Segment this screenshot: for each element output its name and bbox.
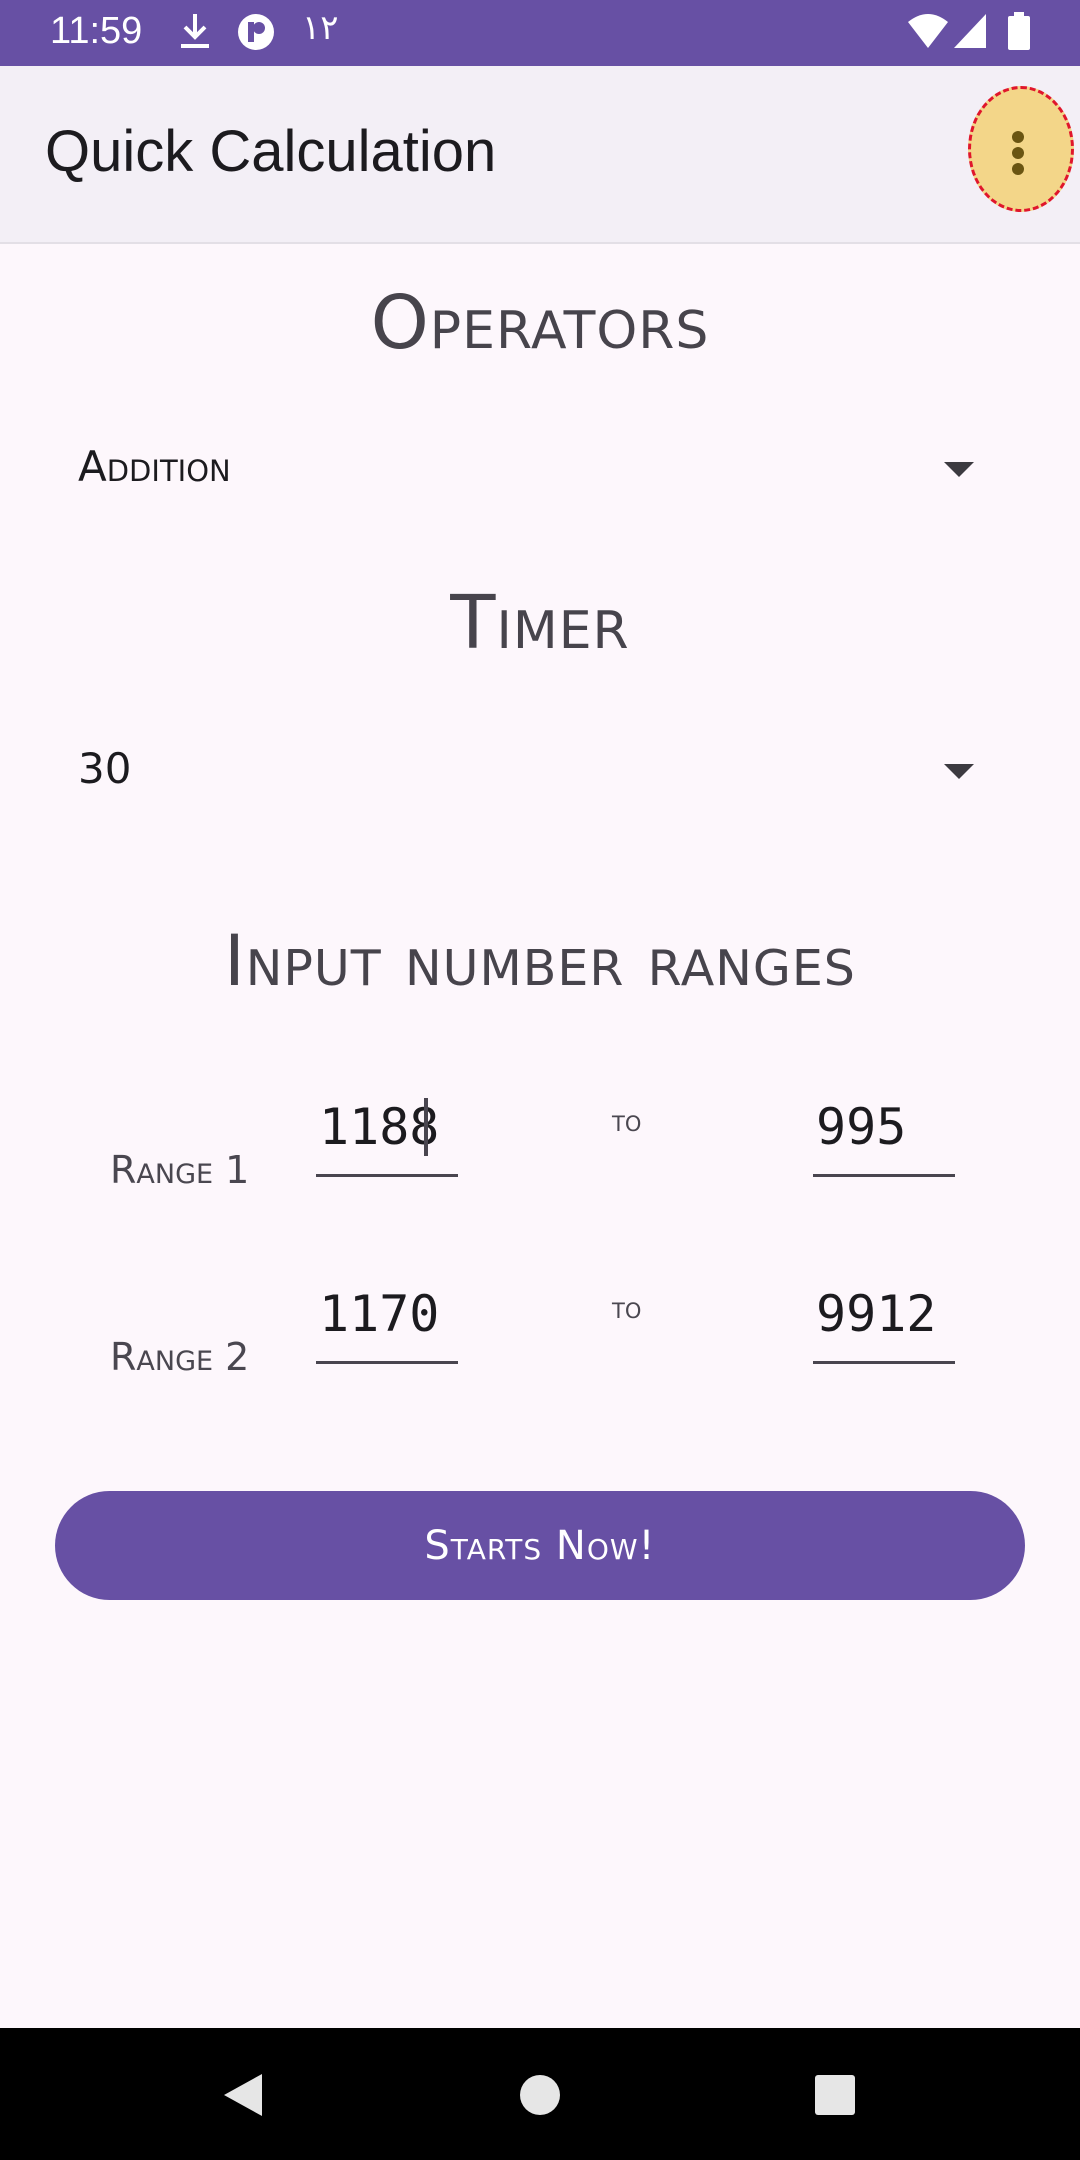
overflow-menu-button[interactable]: [968, 86, 1078, 216]
app-bar: Quick Calculation: [0, 66, 1080, 244]
status-bar: 11:59 ١٢: [0, 0, 1080, 66]
range-2-to-value: 9912: [816, 1285, 937, 1343]
navigation-bar: [0, 2028, 1080, 2160]
range-1-from-value: 1188: [319, 1098, 440, 1156]
back-icon[interactable]: [222, 2072, 264, 2122]
app-title: Quick Calculation: [45, 119, 497, 184]
ranges-title: Input number ranges: [224, 920, 856, 1002]
range-2-to-input[interactable]: 9912: [813, 1285, 955, 1364]
range-1-to-input[interactable]: 995: [813, 1098, 955, 1177]
start-button-label: Starts Now!: [424, 1522, 656, 1569]
timer-selected: 30: [78, 744, 132, 793]
range-2-label: Range 2: [110, 1335, 250, 1379]
timer-title: Timer: [450, 580, 630, 666]
range-1-to-value: 995: [816, 1098, 907, 1156]
signal-icon: [952, 12, 988, 55]
status-extra-text: ١٢: [302, 9, 339, 47]
range-2-to-label: to: [612, 1291, 642, 1326]
range-1-from-input[interactable]: 1188: [316, 1098, 458, 1177]
operators-title: Operators: [370, 280, 710, 366]
range-2-from-input[interactable]: 1170: [316, 1285, 458, 1364]
home-icon[interactable]: [519, 2074, 561, 2120]
range-1-to-label: to: [612, 1104, 642, 1139]
app-notification-icon: [236, 12, 276, 57]
recents-icon[interactable]: [814, 2074, 856, 2120]
start-button[interactable]: Starts Now!: [55, 1491, 1025, 1600]
download-icon: [178, 12, 212, 57]
wifi-icon: [906, 12, 950, 55]
dropdown-arrow-icon: [944, 462, 974, 477]
status-time: 11:59: [50, 10, 143, 52]
operator-selected: Addition: [78, 442, 231, 491]
dropdown-arrow-icon: [944, 764, 974, 779]
battery-icon: [1008, 12, 1030, 55]
operator-dropdown[interactable]: Addition: [78, 428, 978, 508]
text-cursor: [424, 1098, 428, 1156]
range-1-label: Range 1: [110, 1148, 250, 1192]
range-2-from-value: 1170: [319, 1285, 440, 1343]
timer-dropdown[interactable]: 30: [78, 730, 978, 810]
